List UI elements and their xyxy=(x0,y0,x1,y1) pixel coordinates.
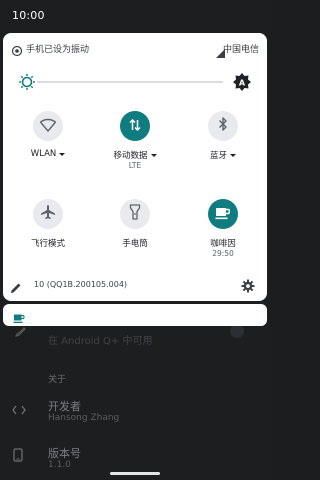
coffee-icon xyxy=(13,309,25,323)
svg-text:A: A xyxy=(239,79,246,88)
chevron-down-icon[interactable] xyxy=(230,153,236,157)
auto-brightness-icon[interactable]: A xyxy=(232,72,252,92)
shade-footer: 10 (QQ1B.200105.004) xyxy=(0,270,264,302)
caffeine-notification[interactable] xyxy=(3,304,267,326)
carrier-name: 中国电信 xyxy=(222,45,259,55)
background-app: 在 Android Q+ 中可用 关于 开发者 Hansong Zhang 版本… xyxy=(0,300,270,480)
tile-caffeine[interactable]: 咖啡因 29:50 xyxy=(183,199,263,261)
chevron-down-icon[interactable] xyxy=(150,153,157,157)
tile-mobile-data-button[interactable] xyxy=(120,111,150,141)
tile-wlan-button[interactable] xyxy=(33,111,63,141)
tile-airplane[interactable]: 飞行模式 xyxy=(8,199,88,261)
background-row-subtitle: 在 Android Q+ 中可用 xyxy=(48,336,153,347)
vibrate-icon xyxy=(11,42,23,57)
developer-name: Hansong Zhang xyxy=(48,413,120,423)
tile-wlan-label-row[interactable]: WLAN xyxy=(8,149,88,159)
build-number[interactable]: 10 (QQ1B.200105.004) xyxy=(34,280,127,289)
tile-bluetooth-label-row[interactable]: 蓝牙 xyxy=(183,149,263,161)
tile-airplane-label-row: 飞行模式 xyxy=(8,237,88,249)
version-title[interactable]: 版本号 xyxy=(48,445,81,461)
tile-mobile-data-label-row[interactable]: 移动数据 xyxy=(95,149,175,161)
tile-caffeine-timer: 29:50 xyxy=(212,249,234,258)
tile-bluetooth[interactable]: 蓝牙 xyxy=(183,111,263,173)
tile-bluetooth-label: 蓝牙 xyxy=(209,151,227,161)
about-section-header: 关于 xyxy=(48,375,67,385)
mobile-data-icon xyxy=(128,117,142,136)
ringer-mode-text: 手机已设为振动 xyxy=(26,45,90,55)
shade-header: 手机已设为振动 中国电信 xyxy=(3,33,267,63)
code-icon xyxy=(12,404,26,418)
quick-settings-panel: 手机已设为振动 中国电信 A WLAN 移动数据 LTE 蓝牙 飞行模式 手电筒… xyxy=(3,33,267,301)
tile-wlan-label: WLAN xyxy=(30,149,57,159)
clock: 10:00 xyxy=(12,9,45,22)
brush-icon xyxy=(14,326,26,341)
tile-caffeine-label-row: 咖啡因 xyxy=(183,237,263,249)
coffee-icon xyxy=(215,205,231,224)
gesture-nav-handle[interactable] xyxy=(110,472,160,475)
background-toggle[interactable] xyxy=(230,324,244,338)
wifi-icon xyxy=(39,117,57,136)
tile-airplane-button[interactable] xyxy=(33,199,63,229)
tile-caffeine-button[interactable] xyxy=(208,199,238,229)
version-value: 1.1.0 xyxy=(48,460,71,470)
phone-icon xyxy=(13,448,23,465)
chevron-down-icon[interactable] xyxy=(59,152,66,156)
tile-bluetooth-button[interactable] xyxy=(208,111,238,141)
status-bar: 10:00 xyxy=(0,0,270,32)
tile-mobile-data-sub: LTE xyxy=(128,161,142,170)
flashlight-icon xyxy=(129,204,141,224)
tile-flashlight-label-row: 手电筒 xyxy=(95,237,175,249)
edit-pencil-icon[interactable] xyxy=(10,279,22,293)
tile-caffeine-label: 咖啡因 xyxy=(210,239,236,249)
tile-airplane-label: 飞行模式 xyxy=(30,239,65,249)
tile-flashlight-button[interactable] xyxy=(120,199,150,229)
bluetooth-icon xyxy=(217,116,229,136)
settings-gear-icon[interactable] xyxy=(241,278,255,293)
tile-flashlight[interactable]: 手电筒 xyxy=(95,199,175,261)
tile-mobile-data[interactable]: 移动数据 LTE xyxy=(95,111,175,173)
tile-mobile-data-label: 移动数据 xyxy=(113,151,148,161)
brightness-thumb-icon[interactable] xyxy=(17,72,37,92)
tile-flashlight-label: 手电筒 xyxy=(122,239,148,249)
brightness-slider[interactable]: A xyxy=(3,70,267,94)
airplane-icon xyxy=(40,204,56,224)
brightness-track[interactable] xyxy=(37,81,223,83)
developer-title[interactable]: 开发者 xyxy=(48,398,81,414)
tile-wlan[interactable]: WLAN xyxy=(8,111,88,173)
screen: 10:00 在 Android Q+ 中可用 关于 开发者 Hansong Zh… xyxy=(0,0,270,480)
